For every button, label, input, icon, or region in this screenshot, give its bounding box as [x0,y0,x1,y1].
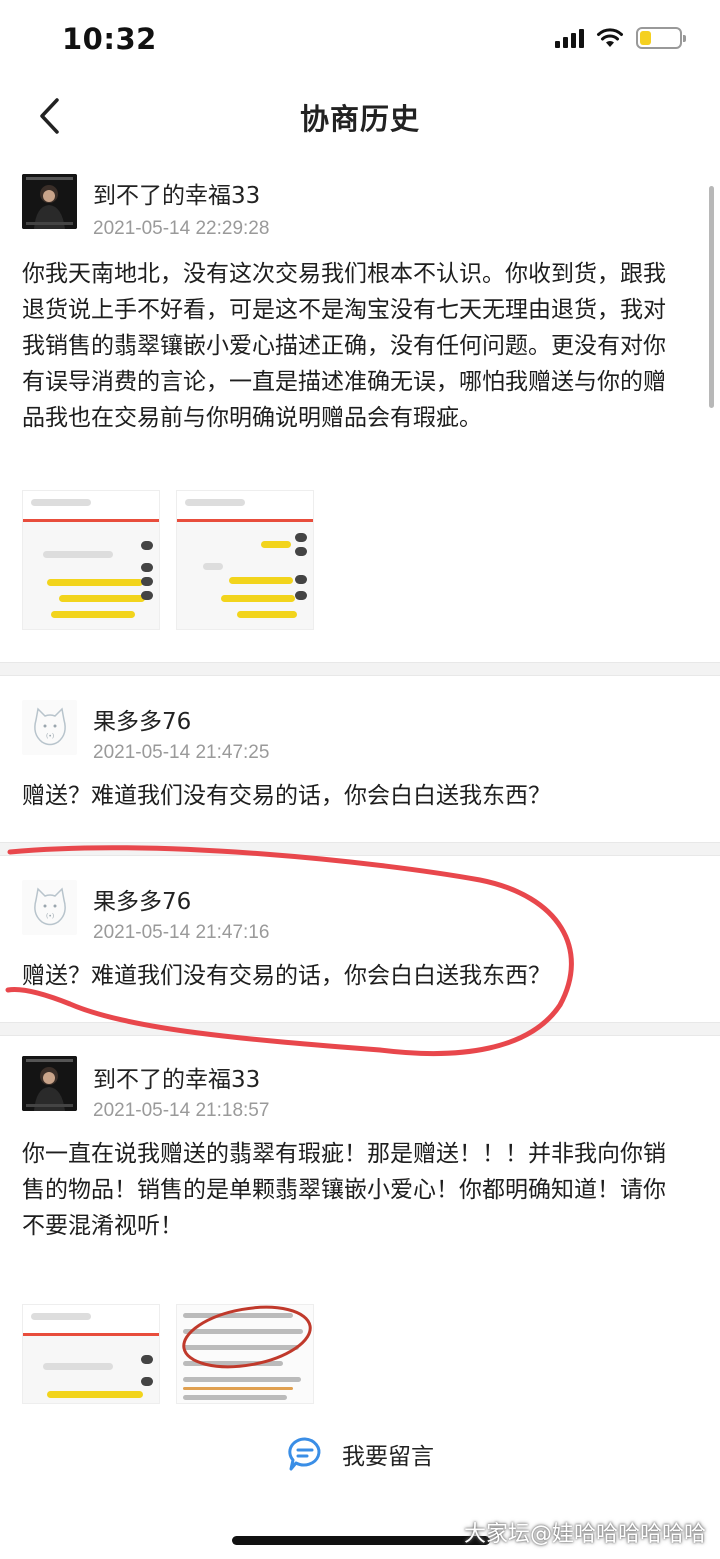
leave-message-label: 我要留言 [342,1444,434,1470]
navigation-bar: 协商历史 [0,80,720,154]
message-text: 你一直在说我赠送的翡翠有瑕疵！那是赠送！！！并非我向你销售的物品！销售的是单颗翡… [22,1141,666,1239]
watermark: 大家坛@娃哈哈哈哈哈哈 [463,1522,706,1547]
divider [0,1022,720,1036]
timestamp: 2021-05-14 21:47:25 [93,742,270,763]
status-icons [555,27,686,49]
svg-text:(•): (•) [46,913,54,920]
message-item: (•) 果多多76 2021-05-14 21:47:16 赠送？难道我们没有交… [0,870,720,1020]
status-bar: 10:32 [0,0,720,80]
timestamp: 2021-05-14 22:29:28 [93,218,270,239]
avatar[interactable] [22,1056,77,1111]
divider [0,842,720,856]
svg-text:(•): (•) [46,733,54,740]
page-title: 协商历史 [299,102,420,136]
chat-bubble-icon [288,1437,321,1471]
timestamp: 2021-05-14 21:18:57 [93,1100,270,1121]
avatar[interactable] [22,174,77,229]
home-indicator[interactable] [232,1536,490,1545]
signal-icon [555,28,584,48]
message-item: 到不了的幸福33 2021-05-14 22:29:28 你我天南地北，没有这次… [0,170,720,660]
username: 果多多76 [93,889,192,915]
message-item: 到不了的幸福33 2021-05-14 21:18:57 你一直在说我赠送的翡翠… [0,1050,720,1410]
attachment-image[interactable] [22,1304,160,1404]
divider [0,662,720,676]
username: 果多多76 [93,709,192,735]
timestamp: 2021-05-14 21:47:16 [93,922,270,943]
wifi-icon [597,28,623,47]
message-item: (•) 果多多76 2021-05-14 21:47:25 赠送？难道我们没有交… [0,690,720,840]
username: 到不了的幸福33 [93,1067,261,1093]
leave-message-button[interactable]: 我要留言 [0,1426,720,1482]
avatar[interactable]: (•) [22,700,77,755]
avatar[interactable]: (•) [22,880,77,935]
message-text: 赠送？难道我们没有交易的话，你会白白送我东西？ [22,783,551,809]
message-text: 赠送？难道我们没有交易的话，你会白白送我东西？ [22,963,551,989]
message-text: 你我天南地北，没有这次交易我们根本不认识。你收到货，跟我退货说上手不好看，可是这… [22,261,666,431]
attachment-image[interactable] [176,1304,314,1404]
battery-icon [636,27,686,49]
status-time: 10:32 [62,22,157,56]
attachment-image[interactable] [176,490,314,630]
attachment-image[interactable] [22,490,160,630]
username: 到不了的幸福33 [93,183,261,209]
